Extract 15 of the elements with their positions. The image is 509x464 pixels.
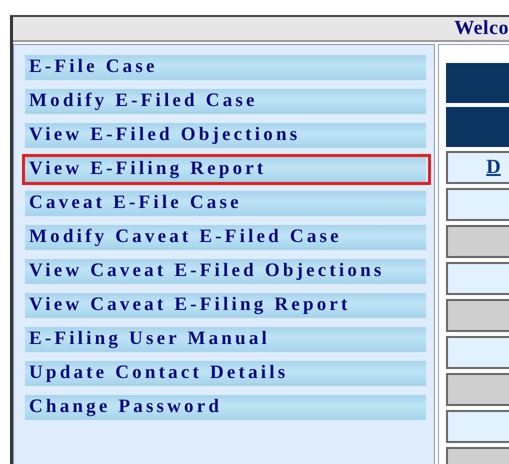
menu-item[interactable]: Update Contact Details xyxy=(25,361,426,386)
banner-bar xyxy=(446,107,509,147)
link[interactable]: D xyxy=(486,156,501,179)
banner-bar xyxy=(446,63,509,103)
menu-item[interactable]: Caveat E-File Case xyxy=(25,191,426,216)
menu-item[interactable]: E-File Case xyxy=(25,55,426,80)
menu-item[interactable]: Modify Caveat E-Filed Case xyxy=(25,225,426,250)
menu-item[interactable]: View E-Filing Report xyxy=(25,157,426,182)
menu-item[interactable]: E-Filing User Manual xyxy=(25,327,426,352)
welcome-title: Welco xyxy=(454,17,509,40)
menu-item[interactable]: Change Password xyxy=(25,395,426,420)
menu-item[interactable]: Modify E-Filed Case xyxy=(25,89,426,114)
menu-item[interactable]: View E-Filed Objections xyxy=(25,123,426,148)
menu-item[interactable]: View Caveat E-Filing Report xyxy=(25,293,426,318)
menu-item[interactable]: View Caveat E-Filed Objections xyxy=(25,259,426,284)
